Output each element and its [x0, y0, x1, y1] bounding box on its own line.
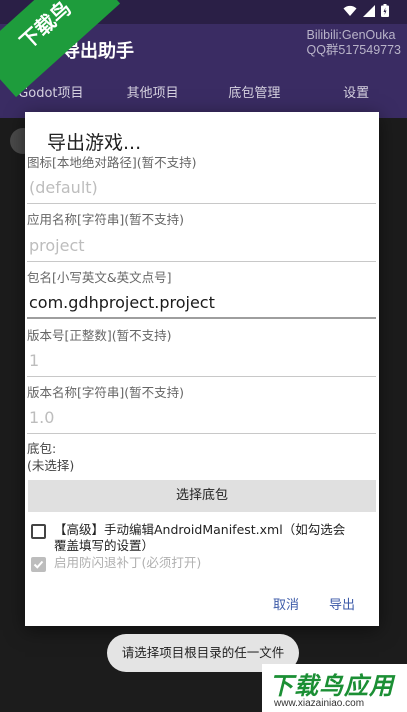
- base-package-label: 底包:: [27, 441, 57, 456]
- author-info: Bilibili:GenOuka QQ群517549773: [306, 28, 401, 58]
- base-package-value: (未选择): [27, 458, 75, 473]
- bilibili-id: Bilibili:GenOuka: [306, 28, 396, 42]
- watermark-brand: 下载鸟应用 www.xiazainiao.com: [262, 664, 407, 712]
- app-name-label: 应用名称[字符串](暂不支持): [27, 212, 185, 227]
- watermark-brand-title: 下载鸟应用: [269, 672, 394, 700]
- version-code-label: 版本号[正整数](暂不支持): [27, 328, 172, 343]
- tab-bar: Godot项目 其他项目 底包管理 设置: [0, 70, 407, 118]
- icon-path-input[interactable]: (default): [27, 172, 376, 204]
- version-code-input[interactable]: 1: [27, 345, 376, 377]
- dialog-actions: 取消 导出: [273, 594, 355, 613]
- icon-path-label: 图标[本地绝对路径](暂不支持): [27, 155, 197, 170]
- tab-other-projects[interactable]: 其他项目: [102, 70, 204, 118]
- qq-group: QQ群517549773: [306, 43, 401, 57]
- version-name-input[interactable]: 1.0: [27, 402, 376, 434]
- cancel-button[interactable]: 取消: [273, 594, 299, 613]
- watermark-brand-url: www.xiazainiao.com: [274, 698, 365, 709]
- check-icon: [33, 560, 44, 569]
- anti-crash-checkbox: [31, 557, 46, 572]
- screen: 导出助手 Bilibili:GenOuka QQ群517549773 Godot…: [0, 0, 407, 712]
- package-name-input[interactable]: com.gdhproject.project: [27, 287, 376, 319]
- tab-base-package-management[interactable]: 底包管理: [204, 70, 306, 118]
- base-package-info: 底包: (未选择): [27, 440, 74, 474]
- manifest-edit-label: 【高级】手动编辑AndroidManifest.xml（如勾选会覆盖填写的设置）: [54, 522, 346, 553]
- export-button[interactable]: 导出: [329, 594, 355, 613]
- wifi-icon: [343, 5, 357, 16]
- export-dialog: 导出游戏... 图标[本地绝对路径](暂不支持) (default) 应用名称[…: [25, 112, 379, 626]
- package-name-label: 包名[小写英文&英文点号]: [27, 270, 172, 285]
- tab-settings[interactable]: 设置: [305, 70, 407, 118]
- manifest-edit-checkbox[interactable]: [31, 524, 46, 539]
- choose-base-package-button[interactable]: 选择底包: [28, 480, 376, 512]
- signal-icon: [363, 4, 375, 17]
- manifest-edit-option[interactable]: 【高级】手动编辑AndroidManifest.xml（如勾选会覆盖填写的设置）: [31, 522, 354, 554]
- version-name-label: 版本名称[字符串](暂不支持): [27, 385, 185, 400]
- anti-crash-option: 启用防闪退补丁(必须打开): [31, 555, 354, 572]
- dialog-title: 导出游戏...: [47, 132, 142, 154]
- battery-icon: [381, 4, 389, 17]
- app-name-input[interactable]: project: [27, 230, 376, 262]
- anti-crash-label: 启用防闪退补丁(必须打开): [54, 555, 202, 570]
